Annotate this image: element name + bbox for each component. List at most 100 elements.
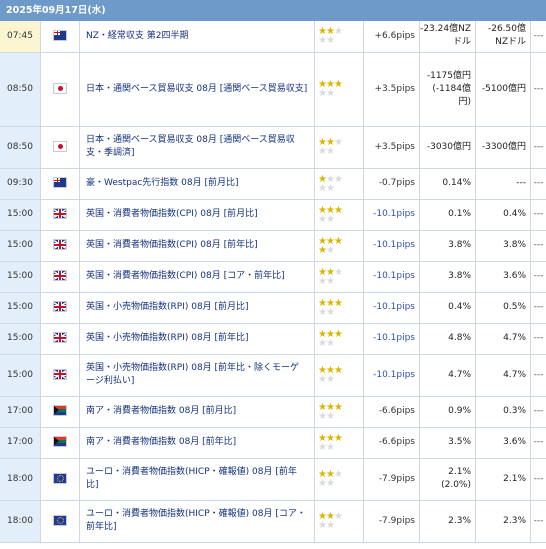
event-time: 15:00 [0,354,41,397]
forecast-value: -5100億円 [475,52,531,127]
calendar-row: 15:00 英国・消費者物価指数(CPI) 08月 [コア・前年比] ★★★ ★★ -1… [0,261,546,293]
actual-value: 0.9% [419,396,476,428]
forecast-value: -3300億円 [475,126,531,169]
country-flag-cell [40,52,80,127]
pips-change: +3.5pips [363,52,420,127]
previous-value: --- [530,427,546,459]
forecast-value: 4.7% [475,354,531,397]
country-flag-cell [40,199,80,231]
actual-value: 4.8% [419,323,476,355]
star-icon-row: ★★ [318,337,335,349]
event-time: 15:00 [0,261,41,293]
country-flag-cell [40,500,80,543]
indicator-link[interactable]: 英国・消費者物価指数(CPI) 08月 [前年比] [79,230,315,262]
indicator-link[interactable]: 英国・小売物価指数(RPI) 08月 [前月比] [79,292,315,324]
indicator-link[interactable]: 英国・小売物価指数(RPI) 08月 [前年比・除くモーゲージ利払い] [79,354,315,397]
event-time: 08:50 [0,126,41,169]
event-time: 15:00 [0,323,41,355]
star-icon-row: ★★ [318,244,335,256]
forecast-value: 3.6% [475,261,531,293]
pips-change: -7.9pips [363,458,420,501]
pips-change: -10.1pips [363,292,420,324]
actual-value: -3030億円 [419,126,476,169]
event-time: 15:00 [0,199,41,231]
importance-rating: ★★★ ★★ [314,261,364,293]
gb-flag-icon [54,333,66,342]
previous-value: --- [530,354,546,397]
importance-rating: ★★★ ★★ [314,354,364,397]
pips-change: -10.1pips [363,261,420,293]
calendar-row: 15:00 英国・消費者物価指数(CPI) 08月 [前月比] ★★★ ★★ -10.1… [0,199,546,231]
calendar-row: 15:00 英国・小売物価指数(RPI) 08月 [前年比] ★★★ ★★ -10.1p… [0,323,546,355]
importance-rating: ★★★ ★★ [314,458,364,501]
calendar-row: 17:00 南ア・消費者物価指数 08月 [前月比] ★★★ ★★ -6.6pips 0.… [0,396,546,428]
calendar-row: 09:30 豪・Westpac先行指数 08月 [前月比] ★★★ ★★ -0.7pip… [0,168,546,200]
event-time: 15:00 [0,292,41,324]
previous-value: --- [530,230,546,262]
star-icon-row: ★★ [318,306,335,318]
indicator-link[interactable]: 英国・消費者物価指数(CPI) 08月 [コア・前年比] [79,261,315,293]
nz-flag-icon [54,30,66,40]
indicator-link[interactable]: 日本・通関ベース貿易収支 08月 [通関ベース貿易収支] [79,52,315,127]
actual-value: 2.3% [419,500,476,543]
indicator-link[interactable]: 豪・Westpac先行指数 08月 [前月比] [79,168,315,200]
importance-rating: ★★★ ★★ [314,230,364,262]
indicator-link[interactable]: 英国・小売物価指数(RPI) 08月 [前年比] [79,323,315,355]
star-icon-row: ★★ [318,35,335,47]
previous-value: --- [530,168,546,200]
actual-value: -1175億円(-1184億円) [419,52,476,127]
actual-value: -23.24億NZドル [419,21,476,53]
calendar-row: 15:00 英国・小売物価指数(RPI) 08月 [前月比] ★★★ ★★ -10.1p… [0,292,546,324]
gb-flag-icon [54,209,66,218]
star-icon-row: ★★ [318,88,335,99]
indicator-link[interactable]: 英国・消費者物価指数(CPI) 08月 [前月比] [79,199,315,231]
indicator-link[interactable]: ユーロ・消費者物価指数(HICP・確報値) 08月 [前年比] [79,458,315,501]
actual-value: 3.8% [419,261,476,293]
pips-change: +3.5pips [363,126,420,169]
star-icon-row: ★★ [318,182,335,194]
previous-value: --- [530,396,546,428]
forecast-value: 3.6% [475,427,531,459]
event-time: 18:00 [0,458,41,501]
previous-value: --- [530,261,546,293]
forecast-value: 3.8% [475,230,531,262]
importance-rating: ★★★ ★★ [314,52,364,127]
previous-value: --- [530,292,546,324]
calendar-row: 08:50 日本・通関ベース貿易収支 08月 [通関ベース貿易収支・季調済] ★★★… [0,126,546,169]
pips-change: -10.1pips [363,323,420,355]
pips-change: -7.9pips [363,500,420,543]
star-icon-row: ★★ [318,478,335,489]
forecast-value: 2.1% [475,458,531,501]
star-icon-row: ★★ [318,410,335,422]
jp-flag-icon [54,83,66,93]
indicator-link[interactable]: 南ア・消費者物価指数 08月 [前月比] [79,396,315,428]
star-icon-row: ★★ [318,441,335,453]
indicator-link[interactable]: 南ア・消費者物価指数 08月 [前年比] [79,427,315,459]
za-flag-icon [54,437,66,446]
importance-rating: ★★★ ★★ [314,500,364,543]
country-flag-cell [40,21,80,53]
indicator-link[interactable]: NZ・経常収支 第2四半期 [79,21,315,53]
indicator-link[interactable]: 日本・通関ベース貿易収支 08月 [通関ベース貿易収支・季調済] [79,126,315,169]
country-flag-cell [40,323,80,355]
importance-rating: ★★★ ★★ [314,396,364,428]
actual-value: 3.8% [419,230,476,262]
country-flag-cell [40,261,80,293]
country-flag-cell [40,230,80,262]
importance-rating: ★★★ ★★ [314,199,364,231]
gb-flag-icon [54,271,66,280]
indicator-link[interactable]: ユーロ・消費者物価指数(HICP・確報値) 08月 [コア・前年比] [79,500,315,543]
gb-flag-icon [54,369,66,379]
country-flag-cell [40,168,80,200]
country-flag-cell [40,292,80,324]
pips-change: +6.6pips [363,21,420,53]
za-flag-icon [54,406,66,415]
actual-value: 3.5% [419,427,476,459]
calendar-row: 15:00 英国・消費者物価指数(CPI) 08月 [前年比] ★★★ ★★ -10.1… [0,230,546,262]
calendar-row: 18:00 ユーロ・消費者物価指数(HICP・確報値) 08月 [前年比] ★★★ ★… [0,458,546,501]
previous-value: --- [530,126,546,169]
importance-rating: ★★★ ★★ [314,168,364,200]
importance-rating: ★★★ ★★ [314,427,364,459]
gb-flag-icon [54,240,66,249]
pips-change: -10.1pips [363,199,420,231]
